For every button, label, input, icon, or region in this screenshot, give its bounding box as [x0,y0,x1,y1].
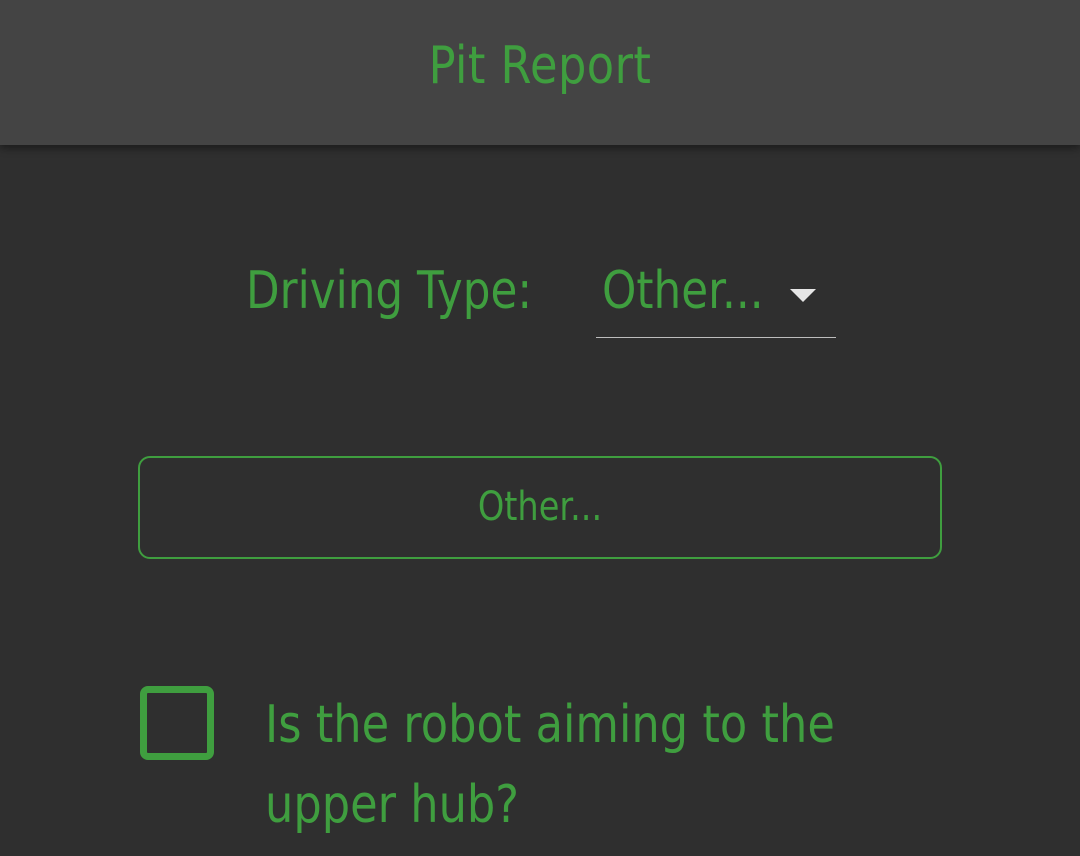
upper-hub-checkbox[interactable] [140,686,214,760]
page-title: Pit Report [428,36,652,96]
other-button-label: Other... [477,484,603,530]
app-bar: Pit Report [0,0,1080,145]
other-driving-type-button[interactable]: Other... [138,456,942,559]
pit-report-form: Driving Type: Other... Other... Is the r… [0,145,1080,856]
driving-type-dropdown[interactable]: Other... [596,253,836,338]
driving-type-selected-value: Other... [602,261,764,321]
upper-hub-question-label[interactable]: Is the robot aiming to the upper hub? [265,685,919,845]
driving-type-label: Driving Type: [246,261,533,321]
triangle-down-icon [790,289,816,302]
